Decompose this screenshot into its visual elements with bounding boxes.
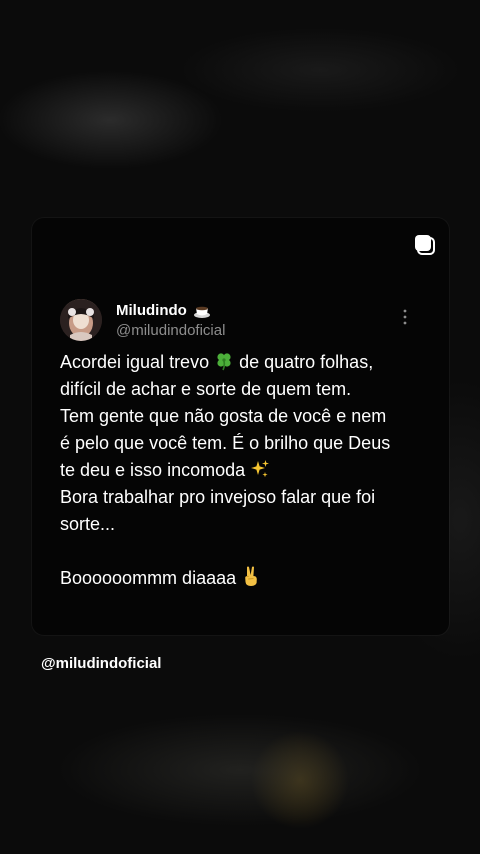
post-line-5: te deu e isso incomoda xyxy=(60,457,430,484)
post-line-7: sorte... xyxy=(60,514,116,534)
display-name[interactable]: Miludindo xyxy=(116,301,187,321)
post-line-3: Tem gente que não gosta de você e nem xyxy=(60,406,387,426)
sparkles-icon xyxy=(251,460,270,478)
post-text: Acordei igual trevo de quatro folhas, di… xyxy=(60,349,430,592)
victory-hand-icon xyxy=(245,566,257,586)
copy-icon[interactable] xyxy=(412,232,438,258)
post-blank-line xyxy=(60,538,430,565)
post-line-6: Bora trabalhar pro invejoso falar que fo… xyxy=(60,487,376,507)
footer-handle[interactable]: @miludindoficial xyxy=(41,654,161,674)
post-line-2: difícil de achar e sorte de quem tem. xyxy=(60,379,352,399)
coffee-cup-icon xyxy=(193,306,210,318)
more-options-icon[interactable] xyxy=(398,308,412,326)
user-handle[interactable]: @miludindoficial xyxy=(116,321,225,341)
post-line-1: Acordei igual trevo de quatro folhas, xyxy=(60,352,374,372)
post-line-8: Boooooommm diaaaa xyxy=(60,565,430,592)
four-leaf-clover-icon xyxy=(217,353,231,371)
avatar[interactable] xyxy=(60,299,102,341)
name-row: Miludindo xyxy=(116,301,211,321)
post-line-4: é pelo que você tem. É o brilho que Deus xyxy=(60,433,391,453)
